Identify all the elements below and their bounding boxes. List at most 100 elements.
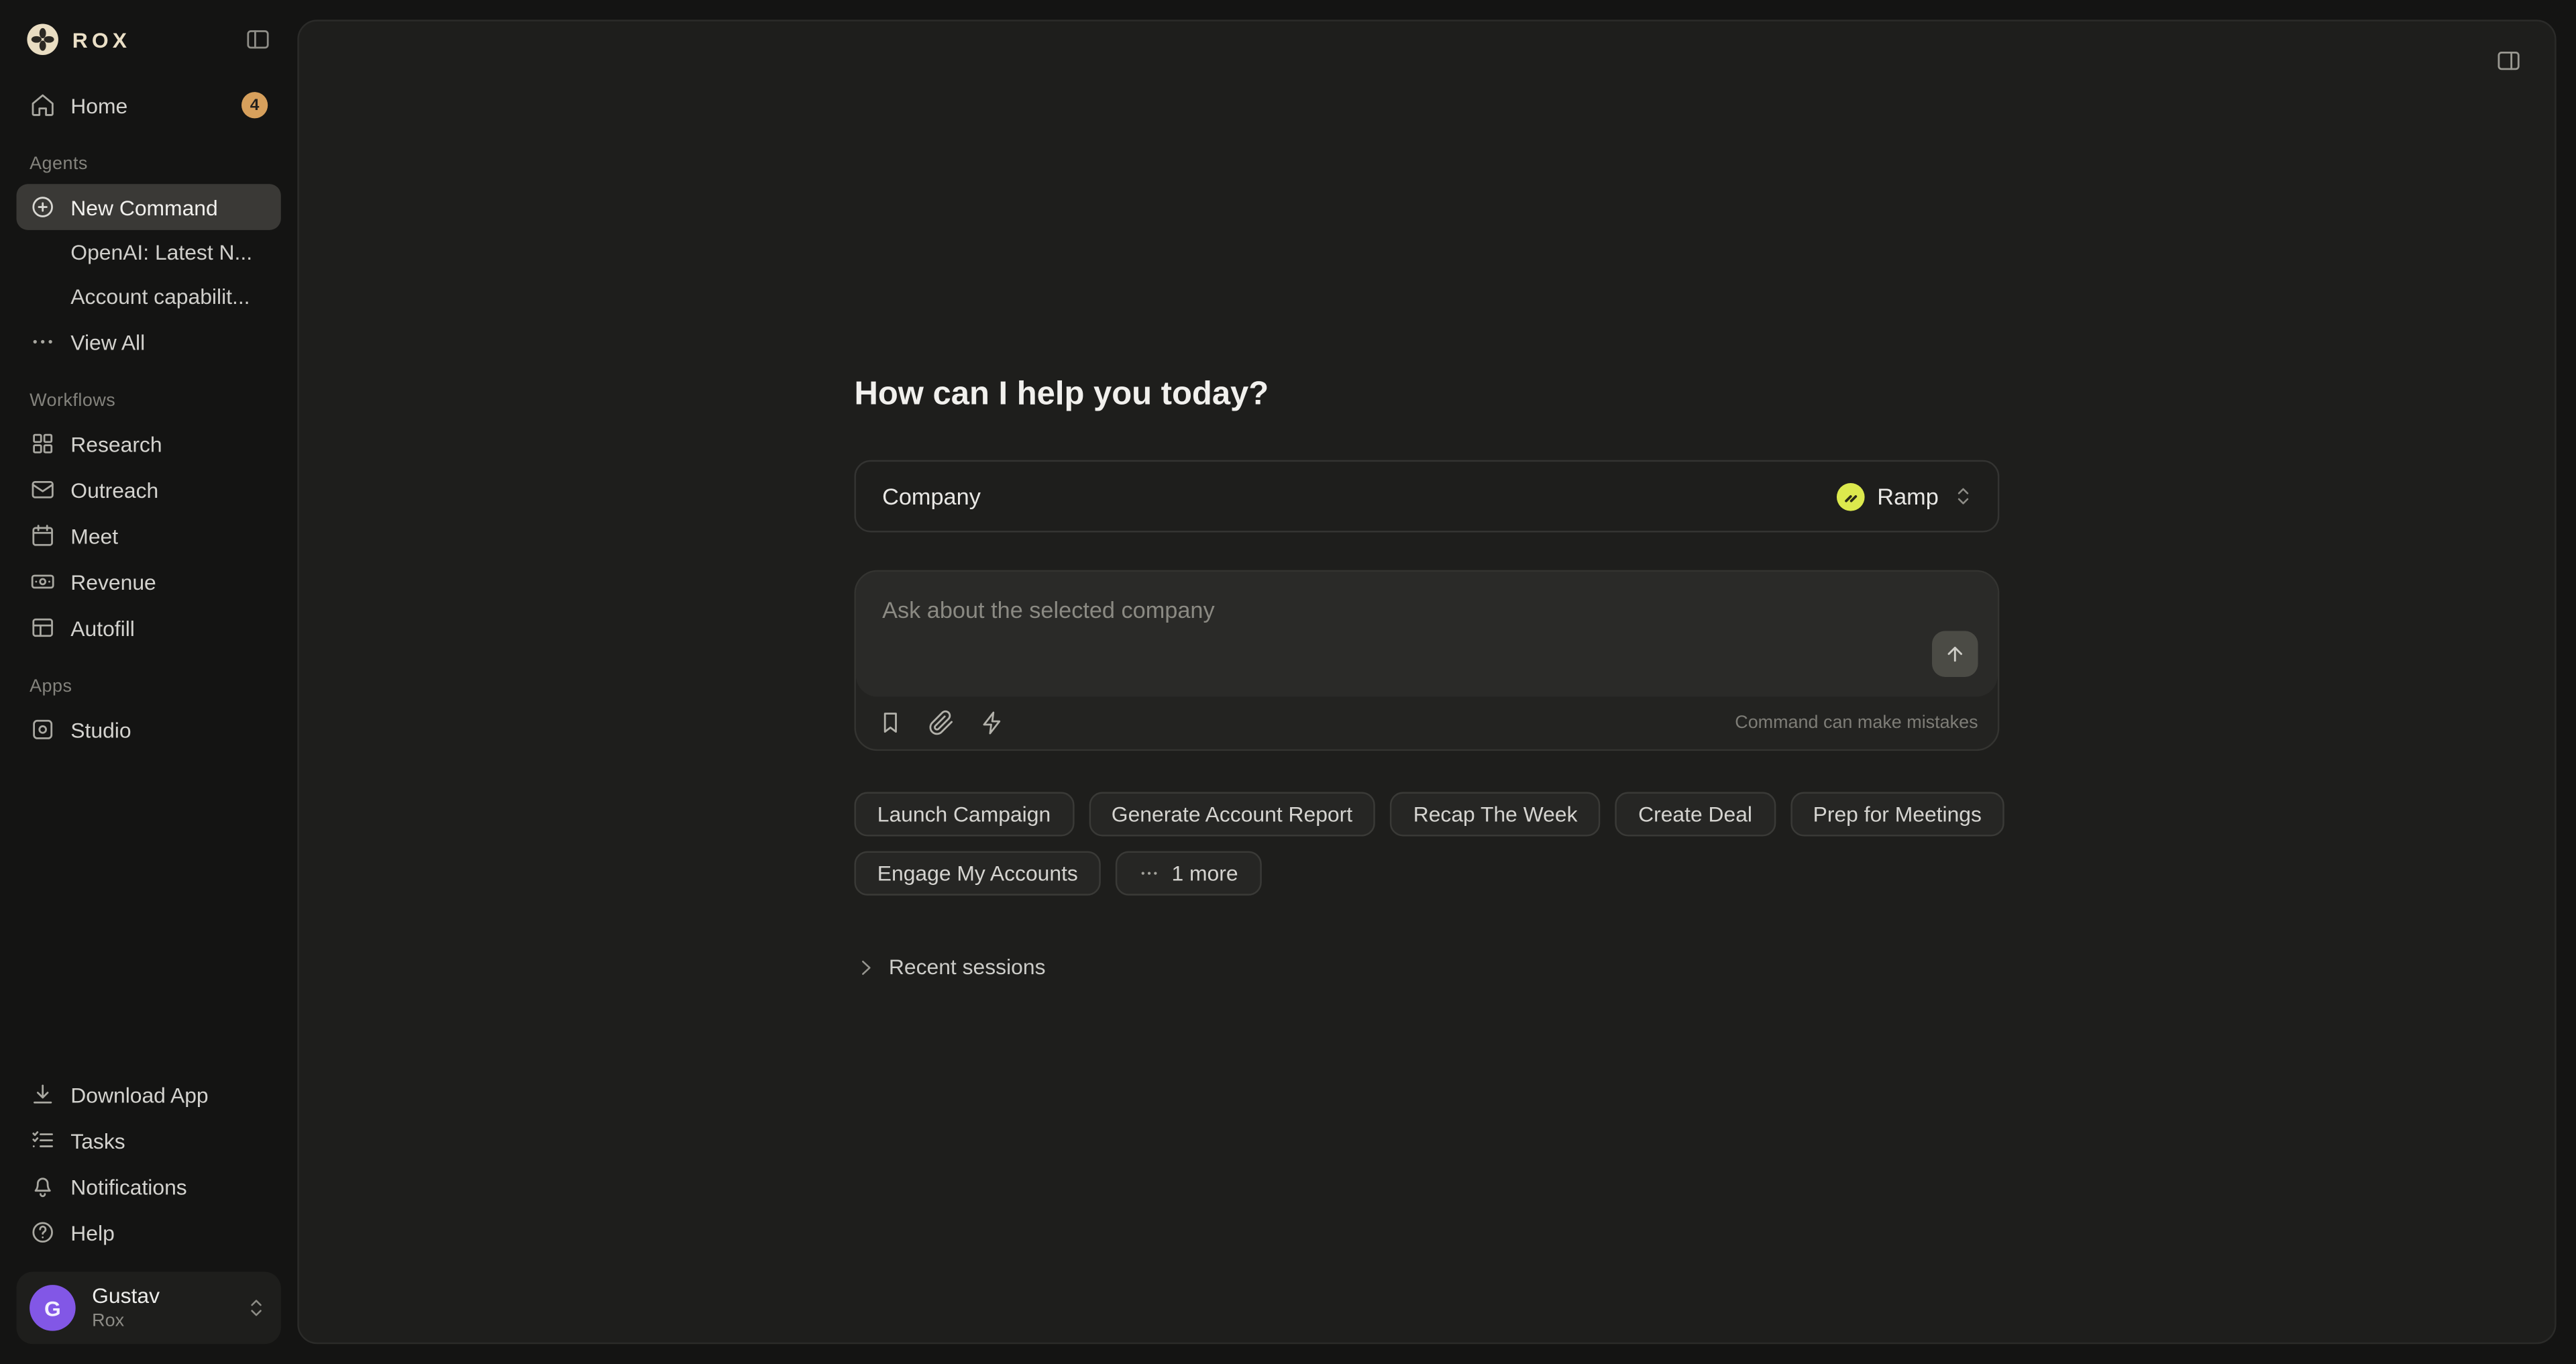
zap-icon — [979, 710, 1006, 736]
chip-more[interactable]: 1 more — [1116, 851, 1261, 896]
chip-prep-for-meetings[interactable]: Prep for Meetings — [1790, 792, 2004, 836]
recent-sessions-toggle[interactable]: Recent sessions — [854, 955, 1045, 980]
notifications-label: Notifications — [70, 1174, 186, 1199]
sidebar-item-agent-session-1[interactable]: OpenAI: Latest N... — [16, 230, 280, 274]
brand-name: ROX — [72, 27, 131, 52]
sidebar-header: ROX — [16, 19, 280, 82]
studio-label: Studio — [70, 717, 131, 742]
company-picker-value: Ramp — [1877, 483, 1938, 509]
agent-session-label: Account capabilit... — [70, 284, 250, 309]
user-org: Rox — [92, 1311, 160, 1330]
user-name: Gustav — [92, 1285, 160, 1308]
bookmark-button[interactable] — [877, 710, 904, 736]
section-label-agents: Agents — [16, 128, 280, 184]
suggestion-row-2: Engage My Accounts 1 more — [854, 851, 1999, 896]
chip-create-deal[interactable]: Create Deal — [1615, 792, 1775, 836]
company-selector-row: Company Ramp — [854, 460, 1999, 533]
plus-circle-icon — [30, 194, 56, 220]
ellipsis-icon — [1138, 863, 1160, 884]
composer-footer: Command can make mistakes — [856, 696, 1998, 749]
sidebar-item-help[interactable]: Help — [16, 1209, 280, 1255]
command-home: How can I help you today? Company Ramp — [854, 373, 1999, 984]
new-command-label: New Command — [70, 195, 217, 219]
sidebar-item-view-all[interactable]: View All — [16, 319, 280, 365]
chevron-right-icon — [854, 955, 877, 978]
ellipsis-icon — [30, 329, 56, 355]
sidebar-item-new-command[interactable]: New Command — [16, 184, 280, 230]
banknote-icon — [30, 568, 56, 594]
sidebar-item-meet[interactable]: Meet — [16, 513, 280, 559]
panel-left-icon — [245, 26, 271, 52]
sidebar-item-notifications[interactable]: Notifications — [16, 1163, 280, 1210]
revenue-label: Revenue — [70, 570, 156, 594]
arrow-up-icon — [1943, 643, 1966, 666]
message-input[interactable] — [856, 572, 1998, 696]
help-icon — [30, 1219, 56, 1245]
quick-actions-button[interactable] — [979, 710, 1006, 736]
download-app-label: Download App — [70, 1082, 208, 1107]
chip-recap-the-week[interactable]: Recap The Week — [1390, 792, 1600, 836]
composer-input-area — [856, 572, 1998, 696]
section-label-apps: Apps — [16, 651, 280, 706]
home-badge: 4 — [241, 92, 268, 118]
sidebar-item-outreach[interactable]: Outreach — [16, 467, 280, 513]
more-chip-label: 1 more — [1171, 861, 1238, 886]
sidebar-item-research[interactable]: Research — [16, 421, 280, 467]
download-icon — [30, 1081, 56, 1107]
company-picker[interactable]: Ramp — [1833, 476, 1978, 517]
sidebar-footer: Download App Tasks Notifications Help G … — [16, 1071, 280, 1345]
sidebar: ROX Home 4 Agents New Command OpenAI: La… — [0, 0, 297, 1364]
chevrons-up-down-icon — [1951, 484, 1974, 507]
home-label: Home — [70, 93, 127, 117]
outreach-label: Outreach — [70, 477, 158, 502]
disclaimer-text: Command can make mistakes — [1735, 713, 1978, 733]
table-icon — [30, 615, 56, 641]
app-window: ROX Home 4 Agents New Command OpenAI: La… — [0, 0, 2576, 1364]
chip-generate-account-report[interactable]: Generate Account Report — [1089, 792, 1376, 836]
composer: Command can make mistakes — [854, 570, 1999, 751]
right-panel-toggle-button[interactable] — [2492, 44, 2525, 77]
home-icon — [30, 92, 56, 118]
composer-tools — [877, 710, 1006, 736]
avatar: G — [30, 1285, 76, 1331]
panel-right-icon — [2496, 48, 2522, 74]
view-all-label: View All — [70, 329, 145, 354]
chevrons-up-down-icon — [245, 1296, 268, 1319]
company-label: Company — [882, 483, 981, 509]
sidebar-item-tasks[interactable]: Tasks — [16, 1117, 280, 1163]
bell-icon — [30, 1173, 56, 1200]
send-button[interactable] — [1932, 631, 1978, 677]
rox-logo-icon — [26, 23, 59, 56]
meet-label: Meet — [70, 523, 118, 548]
main-panel: How can I help you today? Company Ramp — [297, 19, 2556, 1344]
recent-sessions-label: Recent sessions — [889, 955, 1046, 980]
paperclip-icon — [928, 710, 955, 736]
bookmark-icon — [877, 710, 904, 736]
sidebar-item-download-app[interactable]: Download App — [16, 1071, 280, 1118]
rox-brand: ROX — [26, 23, 131, 56]
calendar-icon — [30, 523, 56, 549]
attach-file-button[interactable] — [928, 710, 955, 736]
sidebar-item-revenue[interactable]: Revenue — [16, 559, 280, 605]
sidebar-collapse-button[interactable] — [241, 23, 274, 56]
mail-icon — [30, 476, 56, 503]
ramp-logo-icon — [1836, 482, 1864, 511]
autofill-label: Autofill — [70, 615, 135, 640]
chip-launch-campaign[interactable]: Launch Campaign — [854, 792, 1073, 836]
suggestion-row-1: Launch Campaign Generate Account Report … — [854, 792, 1999, 836]
section-label-workflows: Workflows — [16, 365, 280, 421]
studio-icon — [30, 717, 56, 743]
sidebar-item-autofill[interactable]: Autofill — [16, 605, 280, 651]
tasks-label: Tasks — [70, 1128, 125, 1153]
agent-session-label: OpenAI: Latest N... — [70, 240, 252, 265]
grid-icon — [30, 431, 56, 457]
sidebar-item-home[interactable]: Home 4 — [16, 82, 280, 128]
user-menu[interactable]: G Gustav Rox — [16, 1272, 280, 1345]
sidebar-item-studio[interactable]: Studio — [16, 706, 280, 753]
research-label: Research — [70, 431, 162, 456]
greeting-heading: How can I help you today? — [854, 373, 1999, 416]
sidebar-item-agent-session-2[interactable]: Account capabilit... — [16, 274, 280, 319]
user-meta: Gustav Rox — [92, 1285, 160, 1331]
chip-engage-my-accounts[interactable]: Engage My Accounts — [854, 851, 1101, 896]
help-label: Help — [70, 1220, 115, 1245]
